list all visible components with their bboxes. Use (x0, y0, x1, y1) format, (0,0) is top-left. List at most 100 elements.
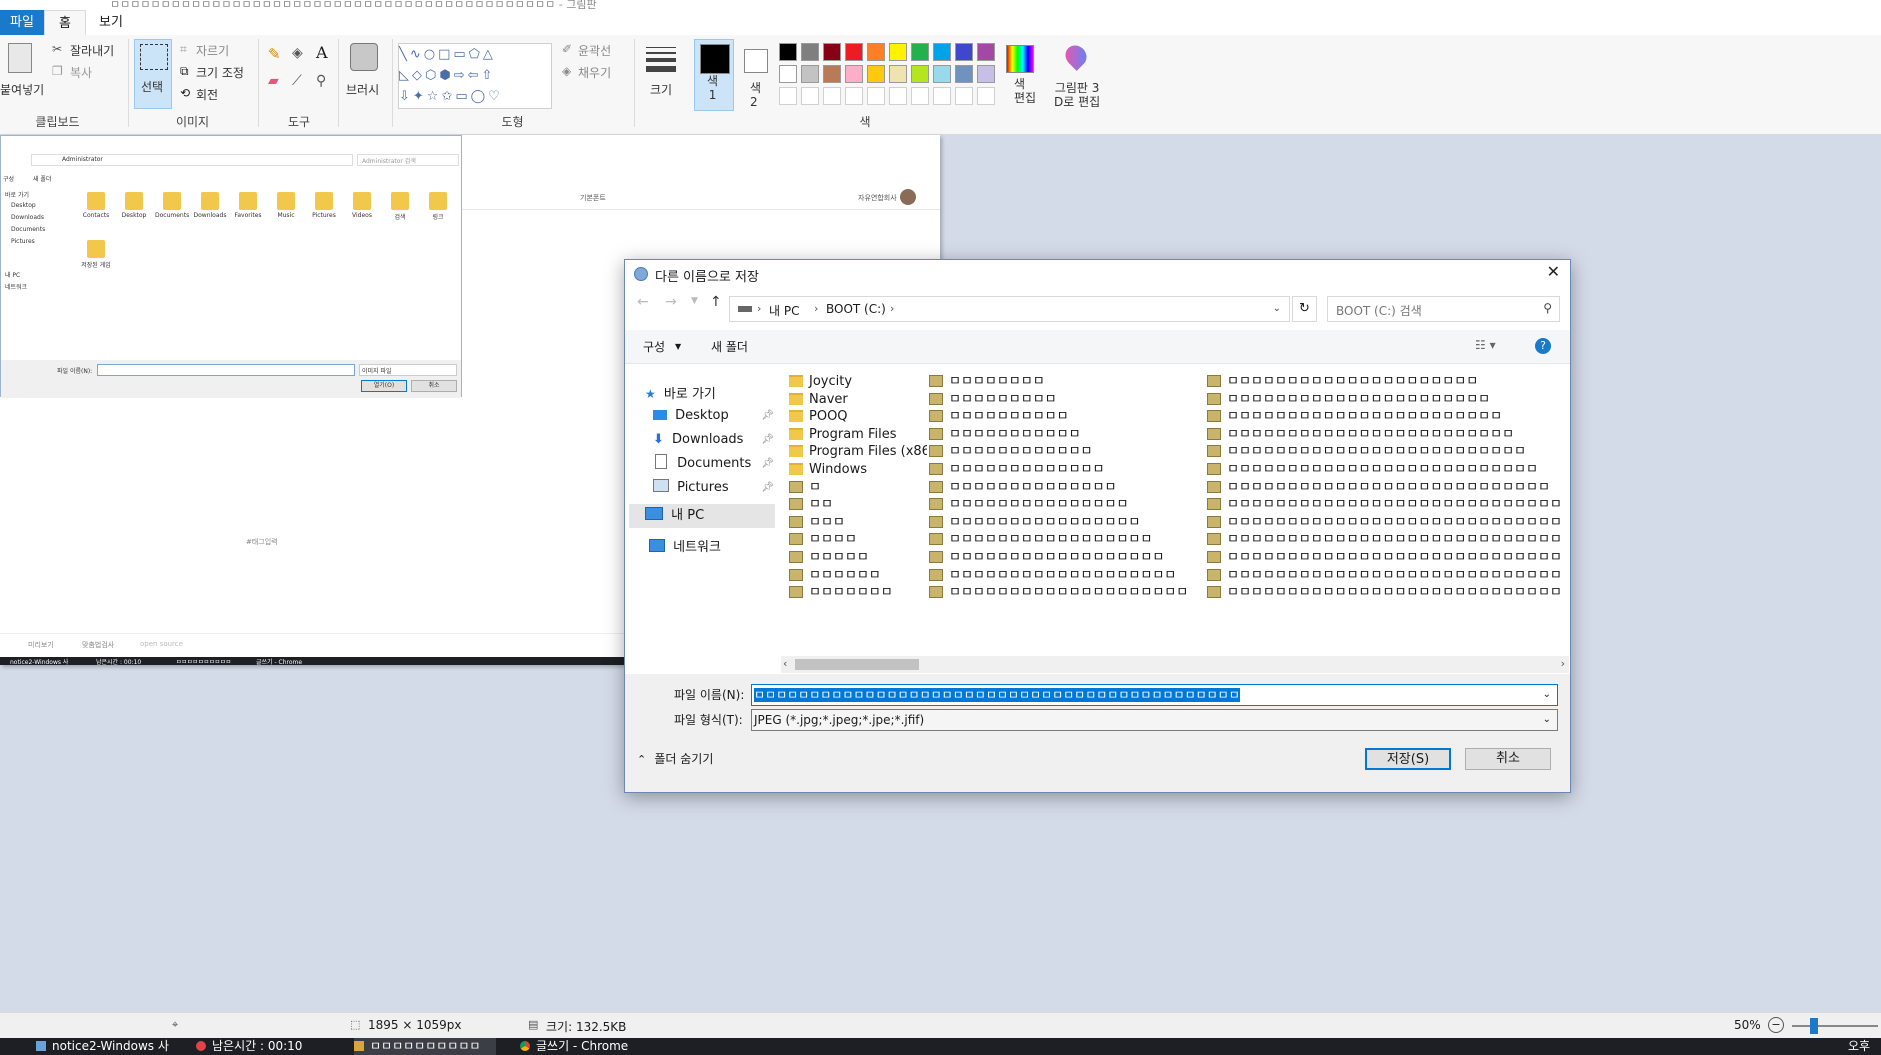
mini-search[interactable]: Administrator 검색 (357, 154, 459, 166)
palette-swatch[interactable] (911, 43, 929, 61)
taskbar-item-timer[interactable]: 남은시간 : 00:10 (196, 1038, 316, 1055)
mini-nav-item[interactable]: 바로 가기 (5, 190, 29, 199)
text-icon[interactable]: A (316, 43, 328, 62)
back-icon[interactable]: ← (637, 294, 649, 310)
mini-folder-item[interactable]: Downloads (193, 192, 227, 219)
hide-folders-button[interactable]: ⌃ 폴더 숨기기 (637, 750, 713, 767)
zoom-slider[interactable] (1792, 1018, 1878, 1034)
organize-button[interactable]: 구성 (643, 338, 665, 355)
mini-folder-item[interactable]: Contacts (79, 192, 113, 219)
mini-filename-input[interactable] (97, 364, 355, 376)
palette-swatch[interactable] (955, 65, 973, 83)
paste-button[interactable]: 붙여넣기 (0, 39, 46, 109)
palette-swatch[interactable] (889, 43, 907, 61)
nav-documents[interactable]: Documents 📌︎ (639, 452, 774, 476)
color-picker-icon[interactable]: ⟋ (292, 73, 302, 89)
save-button[interactable]: 저장(S) (1365, 748, 1451, 770)
help-icon[interactable]: ? (1535, 338, 1551, 354)
size-button[interactable]: 크기 (640, 39, 684, 109)
color1-button[interactable]: 색 1 (694, 39, 734, 111)
filetype-select[interactable]: JPEG (*.jpg;*.jpeg;*.jpe;*.jfif) ⌄ (751, 709, 1558, 731)
palette-swatch[interactable] (955, 43, 973, 61)
mini-nav-item[interactable]: Pictures (11, 238, 35, 245)
palette-swatch[interactable] (845, 43, 863, 61)
taskbar-item-chrome[interactable]: 글쓰기 - Chrome (520, 1038, 650, 1055)
pencil-icon[interactable]: ✎ (268, 45, 281, 63)
mini-organize[interactable]: 구성 (3, 174, 14, 183)
spellcheck-button[interactable]: 맞춤법검사 (82, 640, 114, 650)
mini-folder-item[interactable]: Pictures (307, 192, 341, 219)
filename-input[interactable]: ㅁㅁㅁㅁㅁㅁㅁㅁㅁㅁㅁㅁㅁㅁㅁㅁㅁㅁㅁㅁㅁㅁㅁㅁㅁㅁㅁㅁㅁㅁㅁㅁㅁㅁㅁㅁㅁㅁㅁㅁ… (751, 684, 1558, 706)
breadcrumb-drive[interactable]: BOOT (C:) (826, 302, 886, 316)
preview-button[interactable]: 미리보기 (28, 640, 54, 650)
zoom-slider-thumb[interactable] (1810, 1018, 1818, 1034)
mini-folder-item[interactable]: Favorites (231, 192, 265, 219)
mini-folder-item[interactable]: 저장된 게임 (79, 240, 113, 269)
taskbar-clock[interactable]: 오후 (1848, 1038, 1880, 1055)
mini-folder-item[interactable]: Documents (155, 192, 189, 219)
tag-input[interactable]: #태그입력 (246, 537, 278, 547)
mini-nav-item[interactable]: 내 PC (5, 270, 20, 279)
custom-color-slot[interactable] (933, 87, 951, 105)
nav-network[interactable]: 네트워크 (639, 536, 774, 560)
mini-address-bar[interactable]: Administrator (31, 154, 353, 166)
palette-swatch[interactable] (867, 65, 885, 83)
custom-color-slot[interactable] (823, 87, 841, 105)
forward-icon[interactable]: → (665, 294, 677, 310)
taskbar-item-notice[interactable]: notice2-Windows 사 (36, 1038, 171, 1055)
view-options-icon[interactable]: ☷ ▾ (1475, 338, 1496, 352)
mini-folder-item[interactable]: Music (269, 192, 303, 219)
address-bar[interactable]: › 내 PC › BOOT (C:) › ⌄ (729, 296, 1290, 322)
custom-color-slot[interactable] (845, 87, 863, 105)
file-item[interactable]: ㅁㅁㅁㅁㅁㅁㅁㅁㅁㅁㅁㅁㅁㅁㅁㅁㅁㅁㅁㅁㅁㅁㅁㅁㅁㅁㅁㅁ (1207, 583, 1570, 603)
mini-open-button[interactable]: 열기(O) (361, 380, 407, 392)
paint3d-button[interactable]: 그림판 3 D로 편집 (1046, 39, 1106, 111)
mini-nav-item[interactable]: 네트워크 (5, 282, 27, 291)
recent-locations-icon[interactable]: ▼ (691, 296, 698, 306)
mini-folder-item[interactable]: 링크 (421, 192, 455, 221)
mini-filetype[interactable]: 이미지 파일 (359, 364, 457, 376)
select-button[interactable]: 선택 (134, 39, 172, 109)
tab-file[interactable]: 파일 (0, 10, 44, 35)
eraser-icon[interactable]: ▰ (268, 73, 279, 89)
palette-swatch[interactable] (977, 43, 995, 61)
mini-new-folder[interactable]: 새 폴더 (33, 174, 51, 183)
nav-quick-access[interactable]: ★ 바로 가기 (639, 382, 774, 406)
nav-pictures[interactable]: Pictures 📌︎ (639, 476, 774, 500)
custom-color-slot[interactable] (911, 87, 929, 105)
mini-nav-item[interactable]: Documents (11, 226, 45, 233)
close-icon[interactable]: ✕ (1547, 262, 1560, 281)
custom-color-slot[interactable] (955, 87, 973, 105)
filetype-dropdown-icon[interactable]: ⌄ (1543, 710, 1551, 730)
mini-cancel-button[interactable]: 취소 (411, 380, 457, 392)
shapes-gallery[interactable]: ╲∿○□▭⬠△ ◺◇⬡⬢⇨⇦⇧ ⇩✦☆✩▭◯♡ (398, 43, 552, 109)
avatar[interactable] (900, 189, 916, 205)
palette-swatch[interactable] (933, 65, 951, 83)
mini-folder-item[interactable]: 검색 (383, 192, 417, 221)
palette-swatch[interactable] (977, 65, 995, 83)
mini-nav-item[interactable]: Downloads (11, 214, 44, 221)
scroll-left-icon[interactable]: ‹ (783, 657, 787, 670)
mini-nav-item[interactable]: Desktop (11, 202, 36, 209)
address-dropdown-icon[interactable]: ⌄ (1273, 303, 1281, 314)
nav-mypc[interactable]: 내 PC (629, 504, 775, 528)
search-box[interactable]: BOOT (C:) 검색 ⚲ (1327, 296, 1560, 322)
palette-swatch[interactable] (867, 43, 885, 61)
custom-color-slot[interactable] (977, 87, 995, 105)
palette-swatch[interactable] (823, 43, 841, 61)
custom-color-slot[interactable] (867, 87, 885, 105)
custom-color-slot[interactable] (779, 87, 797, 105)
nav-desktop[interactable]: Desktop 📌︎ (639, 404, 774, 428)
new-folder-button[interactable]: 새 폴더 (711, 338, 748, 355)
palette-swatch[interactable] (801, 43, 819, 61)
palette-swatch[interactable] (779, 65, 797, 83)
palette-swatch[interactable] (845, 65, 863, 83)
taskbar-item-paint[interactable]: ㅁㅁㅁㅁㅁㅁㅁㅁㅁㅁ (354, 1038, 496, 1055)
file-item[interactable]: ㅁㅁㅁㅁㅁㅁㅁㅁㅁㅁㅁㅁㅁㅁㅁㅁㅁㅁㅁㅁ (929, 583, 1201, 603)
scroll-right-icon[interactable]: › (1561, 657, 1565, 670)
custom-color-slot[interactable] (889, 87, 907, 105)
zoom-out-icon[interactable]: − (1768, 1017, 1784, 1033)
nav-downloads[interactable]: ⬇ Downloads 📌︎ (639, 428, 774, 452)
up-icon[interactable]: ↑ (710, 294, 722, 310)
breadcrumb-mypc[interactable]: 내 PC (769, 302, 799, 319)
